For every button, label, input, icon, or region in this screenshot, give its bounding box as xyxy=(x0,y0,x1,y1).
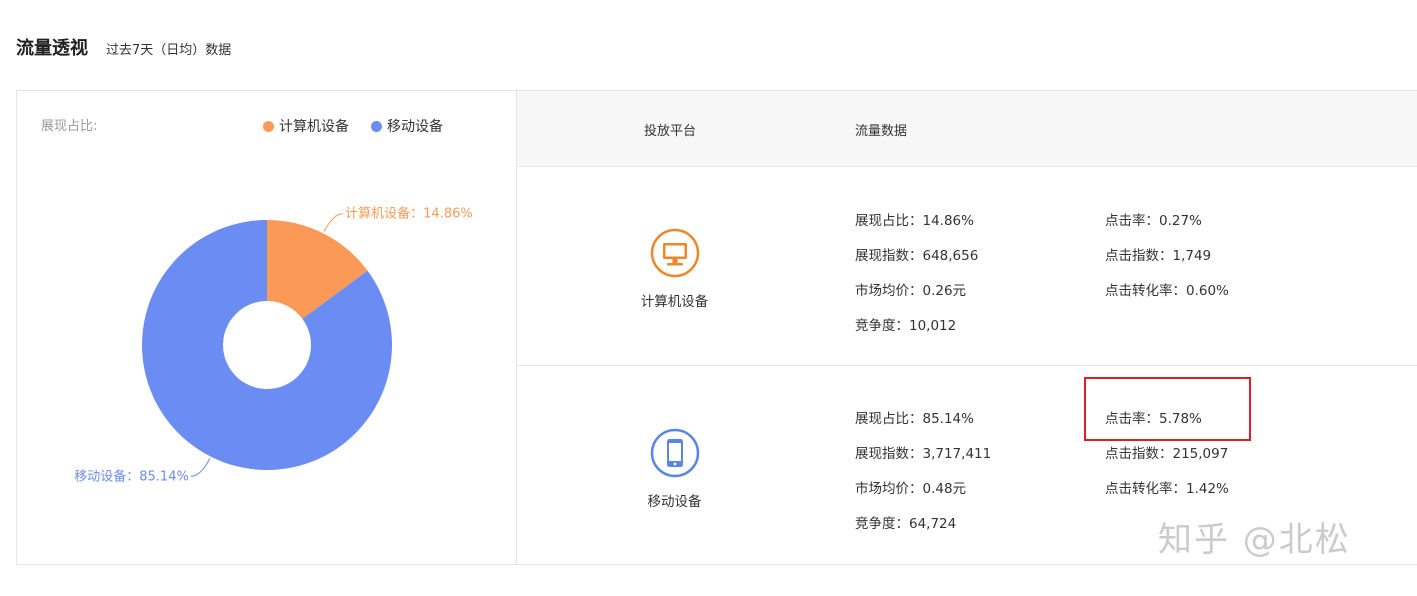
leader-line-computer xyxy=(323,213,344,232)
traffic-panel: 展现占比: 计算机设备 移动设备 计算机设备：14.86% 移动设备：85.14… xyxy=(16,90,1417,565)
table-header: 投放平台 流量数据 xyxy=(517,91,1417,167)
platform-name-mobile: 移动设备 xyxy=(647,494,702,510)
metric-impression-share: 展现占比：85.14% xyxy=(855,411,974,427)
metric-market-price: 市场均价：0.26元 xyxy=(855,283,967,299)
metric-impression-index: 展现指数：3,717,411 xyxy=(855,446,992,462)
metric-ctr: 点击率：0.27% xyxy=(1105,213,1202,229)
header-traffic: 流量数据 xyxy=(855,124,908,139)
phone-icon xyxy=(650,428,700,478)
chart-panel: 展现占比: 计算机设备 移动设备 计算机设备：14.86% 移动设备：85.14… xyxy=(17,91,517,564)
traffic-table: 投放平台 流量数据 计算机设备 展现占比：14.86% 展现指数：648,656 xyxy=(517,91,1417,564)
page-title: 流量透视 xyxy=(16,38,88,59)
watermark: 知乎 @北松 xyxy=(1158,520,1351,560)
page-header: 流量透视 过去7天（日均）数据 xyxy=(16,34,231,60)
page-subtitle: 过去7天（日均）数据 xyxy=(106,43,232,58)
highlight-box xyxy=(1084,377,1251,441)
metric-click-index: 点击指数：1,749 xyxy=(1105,248,1212,264)
platform-cell-computer: 计算机设备 xyxy=(627,228,722,310)
monitor-icon xyxy=(650,228,700,278)
leader-line-mobile xyxy=(190,458,211,477)
metric-conversion-rate: 点击转化率：1.42% xyxy=(1105,481,1229,497)
header-platform: 投放平台 xyxy=(644,124,697,139)
metric-competition: 竞争度：64,724 xyxy=(855,516,957,532)
metric-click-index: 点击指数：215,097 xyxy=(1105,446,1229,462)
metric-impression-share: 展现占比：14.86% xyxy=(855,213,974,229)
metric-conversion-rate: 点击转化率：0.60% xyxy=(1105,283,1229,299)
metric-impression-index: 展现指数：648,656 xyxy=(855,248,979,264)
metric-market-price: 市场均价：0.48元 xyxy=(855,481,967,497)
table-row-computer: 计算机设备 展现占比：14.86% 展现指数：648,656 市场均价：0.26… xyxy=(517,167,1417,366)
platform-cell-mobile: 移动设备 xyxy=(627,428,722,510)
metric-competition: 竞争度：10,012 xyxy=(855,318,957,334)
platform-name-computer: 计算机设备 xyxy=(640,294,709,310)
data-label-computer: 计算机设备：14.86% xyxy=(345,206,473,222)
data-label-mobile: 移动设备：85.14% xyxy=(74,468,189,484)
device-pie-chart: 计算机设备：14.86% 移动设备：85.14% xyxy=(74,206,473,485)
